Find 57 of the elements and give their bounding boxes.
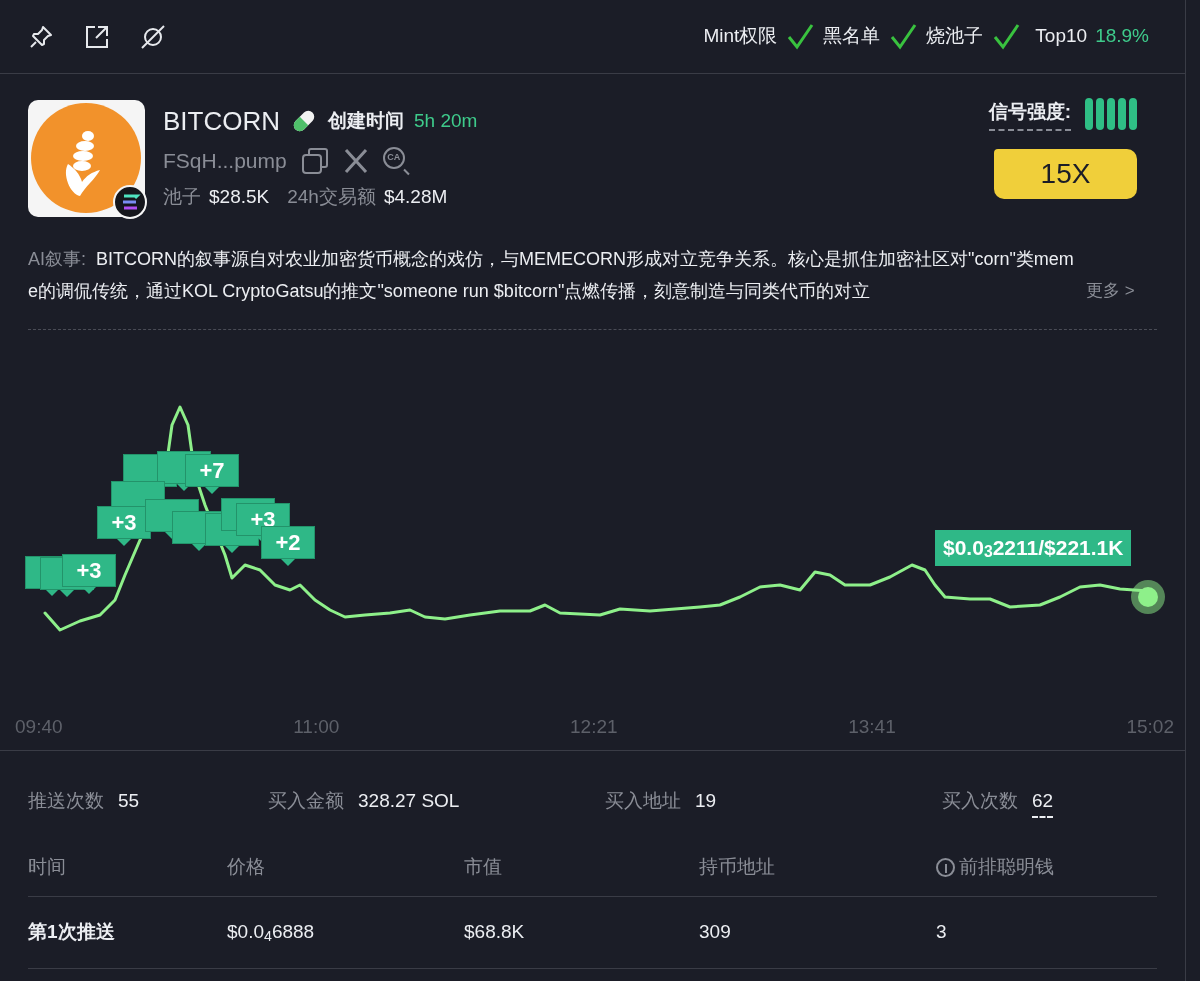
column-header: 前排聪明钱 (959, 855, 1054, 880)
more-link[interactable]: 更多 > (1086, 275, 1135, 307)
top10-value: 18.9% (1095, 24, 1149, 49)
token-address: FSqH...pump (163, 148, 287, 175)
copy-icon[interactable] (300, 147, 329, 175)
table-cell-text: 第1次推送 (28, 919, 116, 944)
stat-label: 买入金额 (268, 789, 344, 813)
marker-pointer (117, 539, 131, 546)
pin-icon[interactable] (28, 23, 54, 50)
alert-marker: +3 (62, 554, 116, 587)
check-label: 烧池子 (926, 24, 984, 49)
table-cell-text: $68.8K (464, 919, 526, 944)
time-label: 13:41 (848, 715, 896, 739)
corn-logo-icon (30, 102, 143, 215)
check-label: 黑名单 (823, 24, 881, 49)
alert-marker: +3 (97, 506, 151, 539)
info-icon (936, 858, 955, 877)
external-link-icon[interactable] (84, 23, 110, 50)
stat-value: 62 (1032, 787, 1054, 818)
column-header: 市值 (464, 855, 503, 880)
stat-label: 买入地址 (605, 789, 681, 813)
column-header: 时间 (28, 855, 67, 880)
time-label: 12:21 (570, 715, 618, 739)
current-price-dot (1131, 580, 1165, 614)
ai-narrative: AI叙事: BITCORN的叙事源自对农业加密货币概念的戏仿，与MEMECORN形成对立竞争关系。核心是抓住加密社区对"corn"类meme的调侃传统，通过KOL CryptoGatsu的推文"someone run $bitcorn"点燃传播，刻意制造与同类代币的对立 (28, 248, 1075, 303)
price-tooltip: $0.0$_{3}$2211/$221.1K (935, 530, 1132, 566)
created-label: 创建时间 (328, 108, 404, 133)
pool-label: 池子 (163, 184, 201, 209)
table-cell-text: $0.0$_{4}$6888 (227, 919, 316, 947)
marker-pointer (281, 559, 295, 566)
table-cell-text: 3 (936, 919, 948, 944)
created-time: 5h 20m (414, 108, 478, 133)
alert-marker: +7 (185, 454, 239, 487)
pool-value: $28.5K (209, 184, 270, 209)
volume-label: 24h交易额 (287, 184, 376, 209)
top10-label: Top10 (1035, 24, 1088, 49)
stat-value: 328.27 SOL (358, 789, 460, 813)
x-icon[interactable] (342, 148, 369, 174)
multiplier-badge: 15X (994, 148, 1137, 199)
check-label: Mint权限 (703, 24, 778, 49)
stat-value: 55 (118, 789, 140, 813)
unlink-icon[interactable] (140, 23, 166, 50)
token-name: BITCORN (163, 104, 280, 138)
stat-label: 买入次数 (942, 789, 1018, 813)
marker-pointer (225, 546, 239, 553)
table-cell-text: 309 (699, 919, 732, 944)
column-header: 价格 (227, 855, 266, 880)
volume-value: $4.28M (383, 184, 448, 209)
signal-strength-label: 信号强度: (988, 98, 1071, 131)
stat-label: 推送次数 (28, 789, 104, 813)
stat-value: 19 (695, 789, 717, 813)
time-label: 09:40 (15, 715, 63, 739)
alert-marker: +2 (261, 526, 315, 559)
column-header: 持币地址 (699, 855, 776, 880)
marker-pointer (82, 587, 96, 594)
time-label: 11:00 (293, 715, 340, 739)
time-label: 15:02 (1126, 715, 1174, 739)
